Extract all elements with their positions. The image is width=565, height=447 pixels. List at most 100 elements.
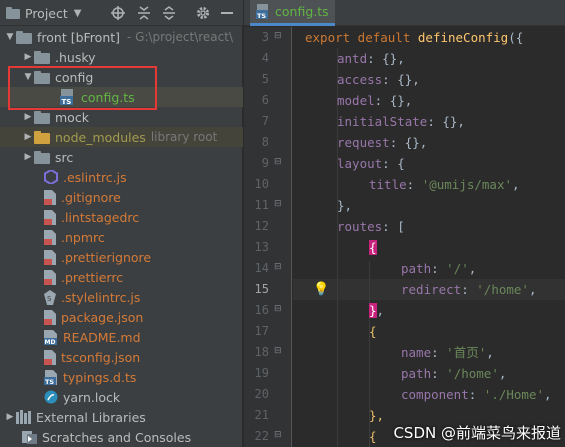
line-number: 17	[254, 324, 269, 338]
fold-icon[interactable]: ⊟	[274, 304, 282, 314]
fold-icon[interactable]: ⊟	[274, 157, 282, 167]
file-icon	[44, 229, 56, 245]
json-icon	[44, 349, 56, 365]
code-line-19: path: '/home',	[401, 366, 507, 381]
tree-item-path-hint: - G:\project\react\	[127, 30, 233, 44]
code-line-22: {	[369, 429, 377, 444]
tree-item-file[interactable]: .prettierignore	[0, 247, 243, 267]
chevron-right-icon[interactable]: ▶	[22, 152, 34, 162]
tree-item-label: node_modules	[55, 129, 146, 145]
line-number: 13	[254, 240, 269, 254]
expand-all-icon[interactable]	[160, 4, 178, 22]
tree-item-label: External Libraries	[36, 409, 146, 425]
tree-item-husky[interactable]: ▶ .husky	[0, 47, 243, 67]
project-panel: Project ▼ ▼ front [bFront] - G:\project\…	[0, 0, 243, 447]
tree-item-file[interactable]: .prettierrc	[0, 267, 243, 287]
tree-item-mock[interactable]: ▶ mock	[0, 107, 243, 127]
fold-icon[interactable]: ⊟	[274, 199, 282, 209]
file-icon	[44, 249, 56, 265]
code-line-12: routes: [	[337, 219, 405, 234]
code-line-15: redirect: '/home',	[401, 282, 537, 297]
tree-item-file[interactable]: MD README.md	[0, 327, 243, 347]
tab-config-ts[interactable]: TS config.ts	[250, 0, 335, 26]
code-line-10: title: '@umijs/max',	[369, 177, 520, 192]
tree-item-label: package.json	[61, 309, 144, 325]
library-icon	[16, 410, 31, 424]
code-line-18: name: '首页',	[401, 345, 494, 360]
svg-text:S: S	[47, 295, 52, 303]
tree-item-file[interactable]: yarn.lock	[0, 387, 243, 407]
tree-item-file[interactable]: TS typings.d.ts	[0, 367, 243, 387]
code-line-7: initialState: {},	[337, 114, 465, 129]
fold-icon[interactable]: ⊟	[274, 31, 282, 41]
locate-icon[interactable]	[109, 4, 127, 22]
line-number: 6	[261, 93, 269, 107]
svg-text:MD: MD	[45, 339, 56, 345]
tree-item-hint: library root	[150, 130, 218, 144]
line-number: 11	[254, 198, 269, 212]
code-line-21: },	[369, 408, 385, 423]
collapse-all-icon[interactable]	[135, 4, 153, 22]
line-number: 16	[254, 303, 269, 317]
line-number: 21	[254, 408, 269, 422]
line-number-gutter: 3 4 5 6 7 8 9 10 11 12 13 14 15 16 17 18…	[244, 27, 292, 447]
code-line-11: },	[337, 198, 353, 213]
settings-icon[interactable]	[194, 4, 212, 22]
tree-item-file[interactable]: S .stylelintrc.js	[0, 287, 243, 307]
project-title: Project	[25, 5, 68, 21]
tree-item-external-libraries[interactable]: ▶ External Libraries	[0, 407, 243, 427]
tree-item-root[interactable]: ▼ front [bFront] - G:\project\react\	[0, 27, 243, 47]
tree-item-label: .eslintrc.js	[63, 169, 127, 185]
code-line-14: path: '/',	[401, 261, 477, 276]
tree-item-file[interactable]: .npmrc	[0, 227, 243, 247]
tab-label: config.ts	[275, 4, 329, 19]
code-area[interactable]: 💡 export default defineConfig({ antd: {}…	[293, 27, 565, 447]
line-number-current: 15	[254, 282, 269, 296]
tree-item-node-modules[interactable]: ▶ node_modules library root	[0, 127, 243, 147]
chevron-right-icon[interactable]: ▶	[22, 132, 34, 142]
tree-item-label: front [bFront]	[37, 29, 121, 45]
code-line-8: request: {},	[337, 135, 428, 150]
tree-item-label: .lintstagedrc	[61, 209, 140, 225]
editor-panel: TS config.ts 3 4 5 6 7 8 9 10 11 12 13 1…	[244, 0, 565, 447]
file-icon	[44, 189, 56, 205]
fold-icon[interactable]: ⊟	[274, 346, 282, 356]
fold-icon[interactable]: ⊟	[274, 262, 282, 272]
eslint-icon	[44, 170, 58, 184]
code-line-3: export default defineConfig({	[305, 30, 524, 45]
markdown-icon: MD	[44, 329, 57, 345]
tree-item-file[interactable]: package.json	[0, 307, 243, 327]
tree-item-label: .gitignore	[61, 189, 121, 205]
folder-icon	[34, 50, 50, 64]
tree-item-src[interactable]: ▶ src	[0, 147, 243, 167]
project-view-selector[interactable]: Project ▼	[6, 5, 81, 21]
highlight-box	[8, 66, 157, 110]
tree-item-file[interactable]: tsconfig.json	[0, 347, 243, 367]
line-number: 10	[254, 177, 269, 191]
chevron-right-icon[interactable]: ▶	[4, 412, 16, 422]
tree-item-file[interactable]: .lintstagedrc	[0, 207, 243, 227]
folder-icon	[34, 130, 50, 144]
tree-item-file[interactable]: .gitignore	[0, 187, 243, 207]
tree-item-label: mock	[55, 109, 89, 125]
line-number: 18	[254, 345, 269, 359]
tree-item-file[interactable]: .eslintrc.js	[0, 167, 243, 187]
code-line-13: {	[369, 240, 377, 255]
file-icon	[44, 269, 56, 285]
hide-icon[interactable]	[218, 4, 236, 22]
chevron-right-icon[interactable]: ▶	[22, 52, 34, 62]
folder-icon	[34, 110, 50, 124]
chevron-down-icon[interactable]: ▼	[4, 32, 16, 42]
line-number: 14	[254, 261, 269, 275]
chevron-down-icon[interactable]: ▼	[74, 8, 82, 19]
tree-item-label: README.md	[63, 329, 141, 345]
tree-item-label: yarn.lock	[63, 389, 121, 405]
line-number: 19	[254, 366, 269, 380]
line-number: 3	[261, 30, 269, 44]
fold-icon[interactable]: ⊟	[274, 430, 282, 440]
chevron-right-icon[interactable]: ▶	[22, 112, 34, 122]
lightbulb-icon[interactable]: 💡	[313, 282, 329, 297]
svg-text:TS: TS	[45, 378, 54, 385]
tree-item-scratches[interactable]: Scratches and Consoles	[0, 427, 243, 447]
tree-item-label: typings.d.ts	[63, 369, 137, 385]
